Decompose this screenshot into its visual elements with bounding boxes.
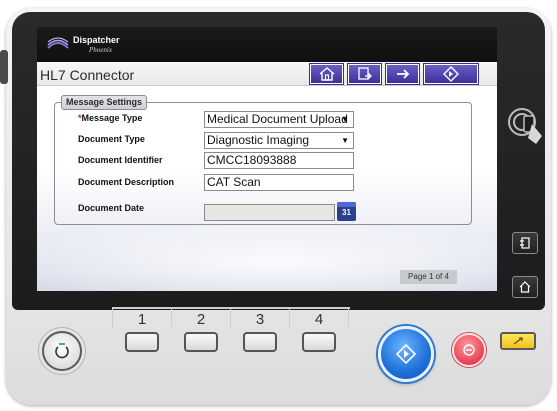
- calendar-icon: [337, 202, 356, 207]
- document-identifier-value: CMCC18093888: [207, 153, 297, 167]
- document-date-input[interactable]: [204, 204, 335, 221]
- document-type-select[interactable]: Diagnostic Imaging ▼: [204, 132, 354, 149]
- diamond-start-icon: [443, 66, 459, 82]
- message-settings-legend: Message Settings: [61, 95, 148, 110]
- key-2-button[interactable]: [184, 332, 218, 352]
- key-3-button[interactable]: [243, 332, 277, 352]
- stop-button[interactable]: [452, 333, 486, 367]
- key-divider: [348, 307, 349, 329]
- document-transfer-icon: [357, 67, 372, 80]
- chevron-down-icon: ▼: [341, 115, 349, 124]
- document-description-label: Document Description: [78, 177, 175, 187]
- chevron-down-icon: ▼: [341, 136, 349, 145]
- message-type-value: Medical Document Upload: [207, 112, 348, 126]
- nfc-touch-icon[interactable]: [502, 100, 546, 160]
- key-1-button[interactable]: [125, 332, 159, 352]
- key-1-label: 1: [137, 311, 147, 328]
- home-icon: [519, 281, 531, 293]
- power-icon: [55, 343, 69, 359]
- page-indicator: Page 1 of 4: [400, 270, 457, 284]
- message-type-label-text: Message Type: [81, 113, 143, 123]
- message-type-select[interactable]: Medical Document Upload ▼: [204, 111, 354, 128]
- document-type-label: Document Type: [78, 134, 145, 144]
- key-4-label: 4: [314, 311, 324, 328]
- start-button-onscreen[interactable]: [423, 63, 479, 85]
- page-title: HL7 Connector: [40, 67, 135, 83]
- calendar-day: 31: [342, 208, 351, 217]
- diamond-start-icon: [395, 343, 417, 365]
- calendar-button[interactable]: 31: [337, 202, 356, 221]
- touch-screen: Dispatcher Phoenix HL7 Connector Message…: [37, 27, 497, 291]
- next-button[interactable]: [385, 63, 420, 85]
- document-identifier-label: Document Identifier: [78, 155, 163, 165]
- bezel-side-slot: [0, 50, 8, 84]
- job-list-button[interactable]: [512, 232, 538, 254]
- arrow-right-icon: [396, 69, 409, 79]
- power-button[interactable]: [42, 331, 82, 371]
- brand-subtitle: Phoenix: [89, 46, 112, 54]
- brand-bar: Dispatcher Phoenix: [37, 27, 497, 62]
- home-icon: [319, 67, 334, 81]
- reset-button[interactable]: [500, 332, 536, 350]
- key-3-label: 3: [255, 311, 265, 328]
- key-2-label: 2: [196, 311, 206, 328]
- document-transfer-button[interactable]: [347, 63, 382, 85]
- home-button[interactable]: [309, 63, 344, 85]
- brand-logo-icon: [47, 37, 69, 49]
- brand-name: Dispatcher: [73, 35, 120, 45]
- document-description-value: CAT Scan: [207, 175, 261, 189]
- document-identifier-input[interactable]: CMCC18093888: [204, 152, 354, 169]
- document-date-label: Document Date: [78, 203, 145, 213]
- home-side-button[interactable]: [512, 276, 538, 298]
- job-list-icon: [520, 237, 530, 249]
- screen-header: HL7 Connector: [37, 62, 497, 86]
- reset-icon: [513, 337, 523, 345]
- document-description-input[interactable]: CAT Scan: [204, 174, 354, 191]
- start-button[interactable]: [378, 326, 434, 382]
- key-4-button[interactable]: [302, 332, 336, 352]
- message-type-label: *Message Type: [78, 113, 142, 123]
- document-type-value: Diagnostic Imaging: [207, 133, 310, 147]
- brand-logo: Dispatcher Phoenix: [47, 33, 137, 57]
- stop-icon: [463, 344, 475, 356]
